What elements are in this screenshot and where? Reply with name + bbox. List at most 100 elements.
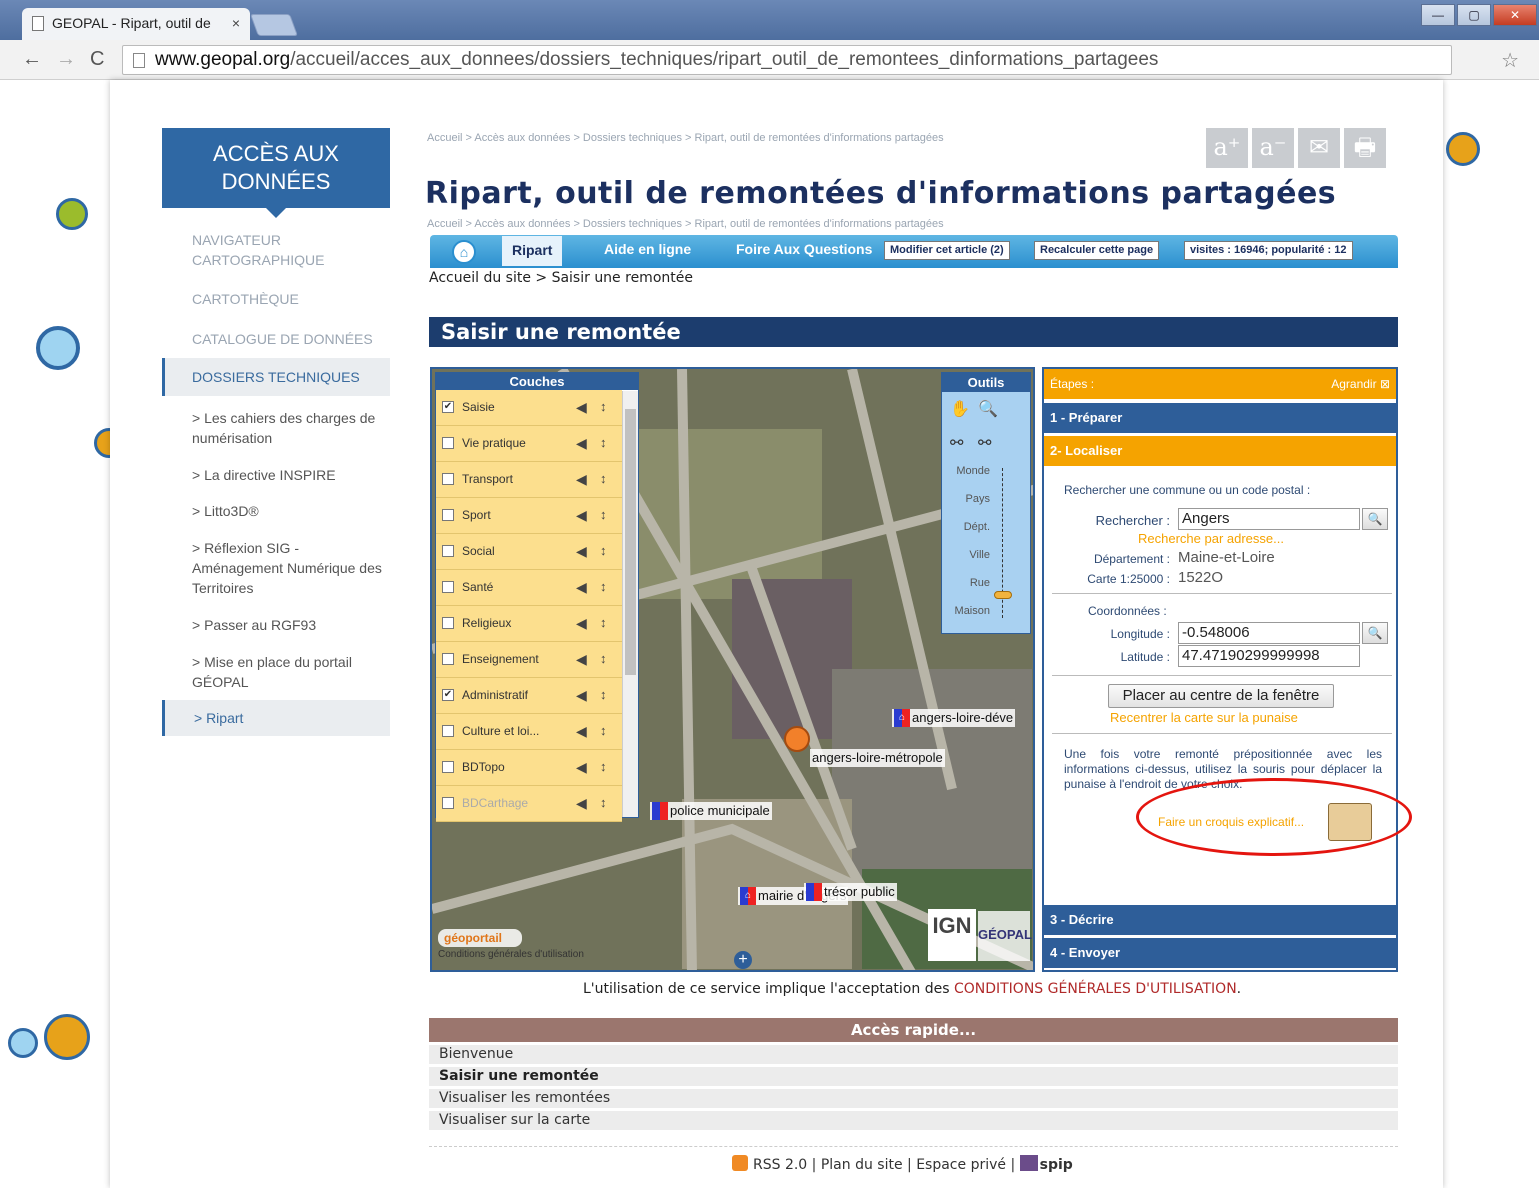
breadcrumb-secondary[interactable]: Accueil > Accès aux données > Dossiers t…: [427, 218, 944, 230]
quick-link[interactable]: Bienvenue: [429, 1045, 1398, 1064]
step-decrire[interactable]: 3 - Décrire: [1044, 905, 1396, 935]
reorder-arrows-icon[interactable]: ↕: [600, 462, 607, 496]
agrandir-button[interactable]: Agrandir ⊠: [1331, 369, 1390, 399]
minimize-button[interactable]: —: [1421, 4, 1455, 26]
layer-row[interactable]: Santé ◀ ↕: [436, 570, 622, 606]
placer-centre-button[interactable]: Placer au centre de la fenêtre: [1108, 684, 1334, 708]
print-icon[interactable]: 🖶: [1344, 128, 1386, 168]
poi-label[interactable]: ⌂ angers-loire-déve: [892, 709, 1016, 727]
zoom-level-label[interactable]: Maison: [942, 605, 990, 617]
search-icon[interactable]: 🔍: [1362, 508, 1388, 530]
commune-search-input[interactable]: Angers: [1178, 508, 1360, 530]
espace-prive-link[interactable]: Espace privé: [916, 1157, 1006, 1173]
subcrumb[interactable]: Accueil du site > Saisir une remontée: [429, 270, 693, 286]
bookmark-star-icon[interactable]: ☆: [1501, 48, 1519, 73]
reorder-arrows-icon[interactable]: ↕: [600, 642, 607, 676]
scrollbar-thumb[interactable]: [625, 409, 636, 675]
reorder-arrows-icon[interactable]: ↕: [600, 426, 607, 460]
poi-label[interactable]: angers-loire-métropole: [810, 749, 945, 767]
quick-link[interactable]: Saisir une remontée: [429, 1067, 1398, 1086]
layer-checkbox[interactable]: [442, 545, 454, 557]
layer-checkbox[interactable]: [442, 509, 454, 521]
layer-checkbox[interactable]: ✔: [442, 401, 454, 413]
sidebar-subitem[interactable]: > Mise en place du portail GÉOPAL: [192, 652, 384, 692]
close-window-button[interactable]: ✕: [1493, 4, 1537, 26]
push-pin-icon[interactable]: [784, 726, 810, 752]
reorder-arrows-icon[interactable]: ↕: [600, 714, 607, 748]
back-icon[interactable]: ←: [22, 48, 42, 71]
reorder-arrows-icon[interactable]: ↕: [600, 678, 607, 712]
sidebar-subitem-ripart[interactable]: > Ripart: [162, 700, 390, 736]
layer-checkbox[interactable]: [442, 473, 454, 485]
layer-row[interactable]: Social ◀ ↕: [436, 534, 622, 570]
latitude-input[interactable]: 47.47190299999998: [1178, 645, 1360, 667]
layer-row[interactable]: ✔ Saisie ◀ ↕: [436, 390, 622, 426]
speaker-icon[interactable]: ◀: [576, 570, 587, 604]
sidebar-item-cartotheque[interactable]: CARTOTHÈQUE: [162, 289, 390, 309]
zoom-level-label[interactable]: Monde: [942, 465, 990, 477]
layer-row[interactable]: Vie pratique ◀ ↕: [436, 426, 622, 462]
reorder-arrows-icon[interactable]: ↕: [600, 390, 607, 424]
breadcrumb[interactable]: Accueil > Accès aux données > Dossiers t…: [427, 132, 944, 144]
speaker-icon[interactable]: ◀: [576, 714, 587, 748]
reorder-arrows-icon[interactable]: ↕: [600, 534, 607, 568]
zoom-level-label[interactable]: Pays: [942, 493, 990, 505]
speaker-icon[interactable]: ◀: [576, 750, 587, 784]
layer-checkbox[interactable]: [442, 725, 454, 737]
step-envoyer[interactable]: 4 - Envoyer: [1044, 938, 1396, 968]
quick-link[interactable]: Visualiser sur la carte: [429, 1111, 1398, 1130]
layer-row[interactable]: Enseignement ◀ ↕: [436, 642, 622, 678]
layer-checkbox[interactable]: [442, 797, 454, 809]
maximize-button[interactable]: ▢: [1457, 4, 1491, 26]
spip-link[interactable]: spip: [1040, 1157, 1073, 1173]
menu-faq[interactable]: Foire Aux Questions: [736, 241, 872, 257]
speaker-icon[interactable]: ◀: [576, 462, 587, 496]
layer-row[interactable]: Transport ◀ ↕: [436, 462, 622, 498]
binoculars-search-icon[interactable]: ⚯: [978, 433, 991, 453]
sidebar-subitem[interactable]: > Passer au RGF93: [192, 615, 384, 635]
sidebar-subitem[interactable]: > Réflexion SIG - Aménagement Numérique …: [192, 538, 384, 598]
layer-row[interactable]: ✔ Administratif ◀ ↕: [436, 678, 622, 714]
font-decrease-icon[interactable]: a⁻: [1252, 128, 1294, 168]
layer-checkbox[interactable]: ✔: [442, 689, 454, 701]
layer-checkbox[interactable]: [442, 653, 454, 665]
zoom-slider-thumb[interactable]: [994, 591, 1012, 599]
layer-row[interactable]: Religieux ◀ ↕: [436, 606, 622, 642]
poi-label[interactable]: trésor public: [804, 883, 897, 901]
home-icon[interactable]: ⌂: [452, 240, 476, 264]
pan-hand-icon[interactable]: ✋: [950, 399, 970, 419]
layers-scrollbar[interactable]: [622, 391, 638, 817]
reload-icon[interactable]: C: [90, 48, 104, 71]
reorder-arrows-icon[interactable]: ↕: [600, 750, 607, 784]
sidebar-item-navigateur[interactable]: NAVIGATEUR CARTOGRAPHIQUE: [162, 230, 390, 270]
map-viewer[interactable]: ⌂ angers-loire-déve angers-loire-métropol…: [430, 367, 1035, 972]
quick-link[interactable]: Visualiser les remontées: [429, 1089, 1398, 1108]
sidebar-item-dossiers[interactable]: DOSSIERS TECHNIQUES: [162, 358, 390, 396]
recalculer-button[interactable]: Recalculer cette page: [1034, 241, 1160, 260]
map-expand-icon[interactable]: +: [734, 951, 752, 969]
speaker-icon[interactable]: ◀: [576, 642, 587, 676]
reorder-arrows-icon[interactable]: ↕: [600, 786, 607, 820]
poi-label[interactable]: police municipale: [650, 802, 772, 820]
speaker-icon[interactable]: ◀: [576, 786, 587, 820]
recherche-adresse-link[interactable]: Recherche par adresse...: [1138, 531, 1284, 546]
modifier-article-button[interactable]: Modifier cet article (2): [884, 241, 1010, 260]
layer-checkbox[interactable]: [442, 437, 454, 449]
font-increase-icon[interactable]: a⁺: [1206, 128, 1248, 168]
url-input[interactable]: www.geopal.org/accueil/acces_aux_donnees…: [122, 45, 1452, 75]
binoculars-icon[interactable]: ⚯: [950, 433, 963, 453]
zoom-level-label[interactable]: Rue: [942, 577, 990, 589]
close-tab-icon[interactable]: ×: [232, 8, 240, 38]
browser-tab[interactable]: GEOPAL - Ripart, outil de ×: [22, 8, 250, 40]
longitude-input[interactable]: -0.548006: [1178, 622, 1360, 644]
conditions-link[interactable]: CONDITIONS GÉNÉRALES D'UTILISATION: [954, 981, 1237, 997]
forward-icon[interactable]: →: [56, 48, 76, 71]
map-cgu-link[interactable]: Conditions générales d'utilisation: [438, 949, 584, 960]
reorder-arrows-icon[interactable]: ↕: [600, 570, 607, 604]
reorder-arrows-icon[interactable]: ↕: [600, 606, 607, 640]
rss-link[interactable]: RSS 2.0: [753, 1157, 807, 1173]
identify-icon[interactable]: 🔍: [978, 399, 998, 419]
new-tab-button[interactable]: [249, 14, 299, 36]
layer-row[interactable]: BDTopo ◀ ↕: [436, 750, 622, 786]
speaker-icon[interactable]: ◀: [576, 390, 587, 424]
